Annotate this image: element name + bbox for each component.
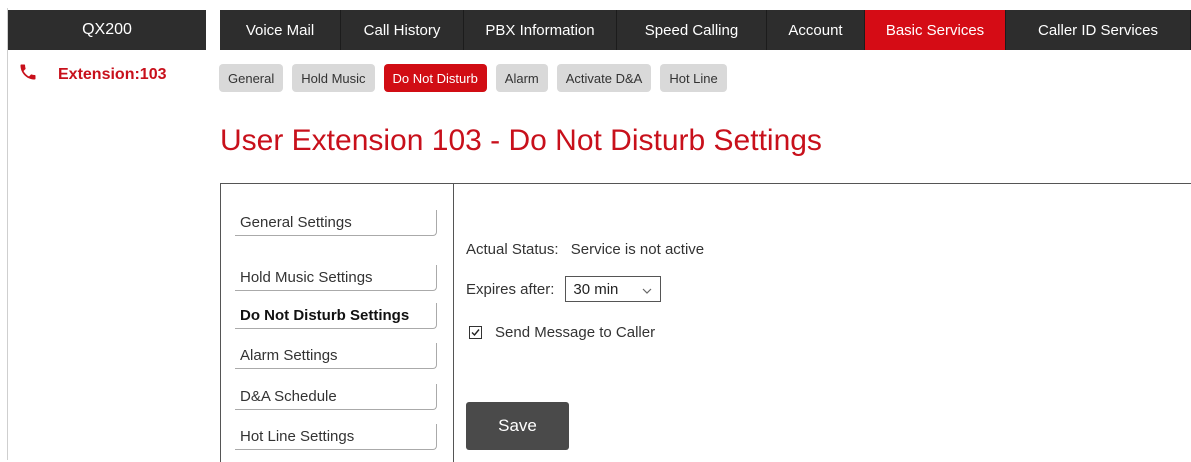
subtab-do-not-disturb[interactable]: Do Not Disturb [383,64,487,92]
subtab-hold-music[interactable]: Hold Music [292,64,375,92]
subtab-general[interactable]: General [219,64,284,92]
extension-label: Extension:103 [58,65,167,83]
subtab-activate-da[interactable]: Activate D&A [556,64,652,92]
page-title: User Extension 103 - Do Not Disturb Sett… [220,124,822,157]
status-value: Service is not active [570,241,705,258]
expires-select[interactable]: 30 min [565,276,662,302]
send-message-row: Send Message to Caller [466,324,655,341]
settings-panel: General Settings Hold Music Settings Do … [220,183,1191,462]
tab-account[interactable]: Account [767,10,865,50]
tab-call-history[interactable]: Call History [341,10,464,50]
side-menu-do-not-disturb-settings[interactable]: Do Not Disturb Settings [235,303,437,329]
brand-title: QX200 [8,10,206,50]
tab-pbx-information[interactable]: PBX Information [464,10,617,50]
send-message-checkbox[interactable] [469,326,482,339]
left-border [7,8,8,460]
side-menu-hold-music-settings[interactable]: Hold Music Settings [235,265,437,291]
status-row: Actual Status: Service is not active [466,241,704,258]
side-menu-alarm-settings[interactable]: Alarm Settings [235,343,437,369]
tab-speed-calling[interactable]: Speed Calling [617,10,767,50]
extension-indicator: Extension:103 [18,62,166,87]
side-menu-general-settings[interactable]: General Settings [235,210,437,236]
side-menu-hot-line-settings[interactable]: Hot Line Settings [235,424,437,450]
expires-label: Expires after: [466,280,555,298]
panel-divider [453,184,454,462]
checkmark-icon [471,329,480,337]
subtab-alarm[interactable]: Alarm [495,64,548,92]
sub-navigation: General Hold Music Do Not Disturb Alarm … [219,64,736,92]
chevron-down-icon [642,283,652,294]
side-menu-da-schedule[interactable]: D&A Schedule [235,384,437,410]
expires-value: 30 min [573,280,619,298]
save-button[interactable]: Save [466,402,569,450]
tab-basic-services[interactable]: Basic Services [865,10,1006,50]
expires-row: Expires after: 30 min [466,276,662,302]
subtab-hot-line[interactable]: Hot Line [660,64,727,92]
phone-icon [18,62,38,87]
top-navigation: Voice Mail Call History PBX Information … [220,10,1191,50]
tab-voice-mail[interactable]: Voice Mail [220,10,341,50]
tab-caller-id-services[interactable]: Caller ID Services [1006,10,1191,50]
send-message-label: Send Message to Caller [495,324,656,341]
status-label: Actual Status: [466,241,559,258]
